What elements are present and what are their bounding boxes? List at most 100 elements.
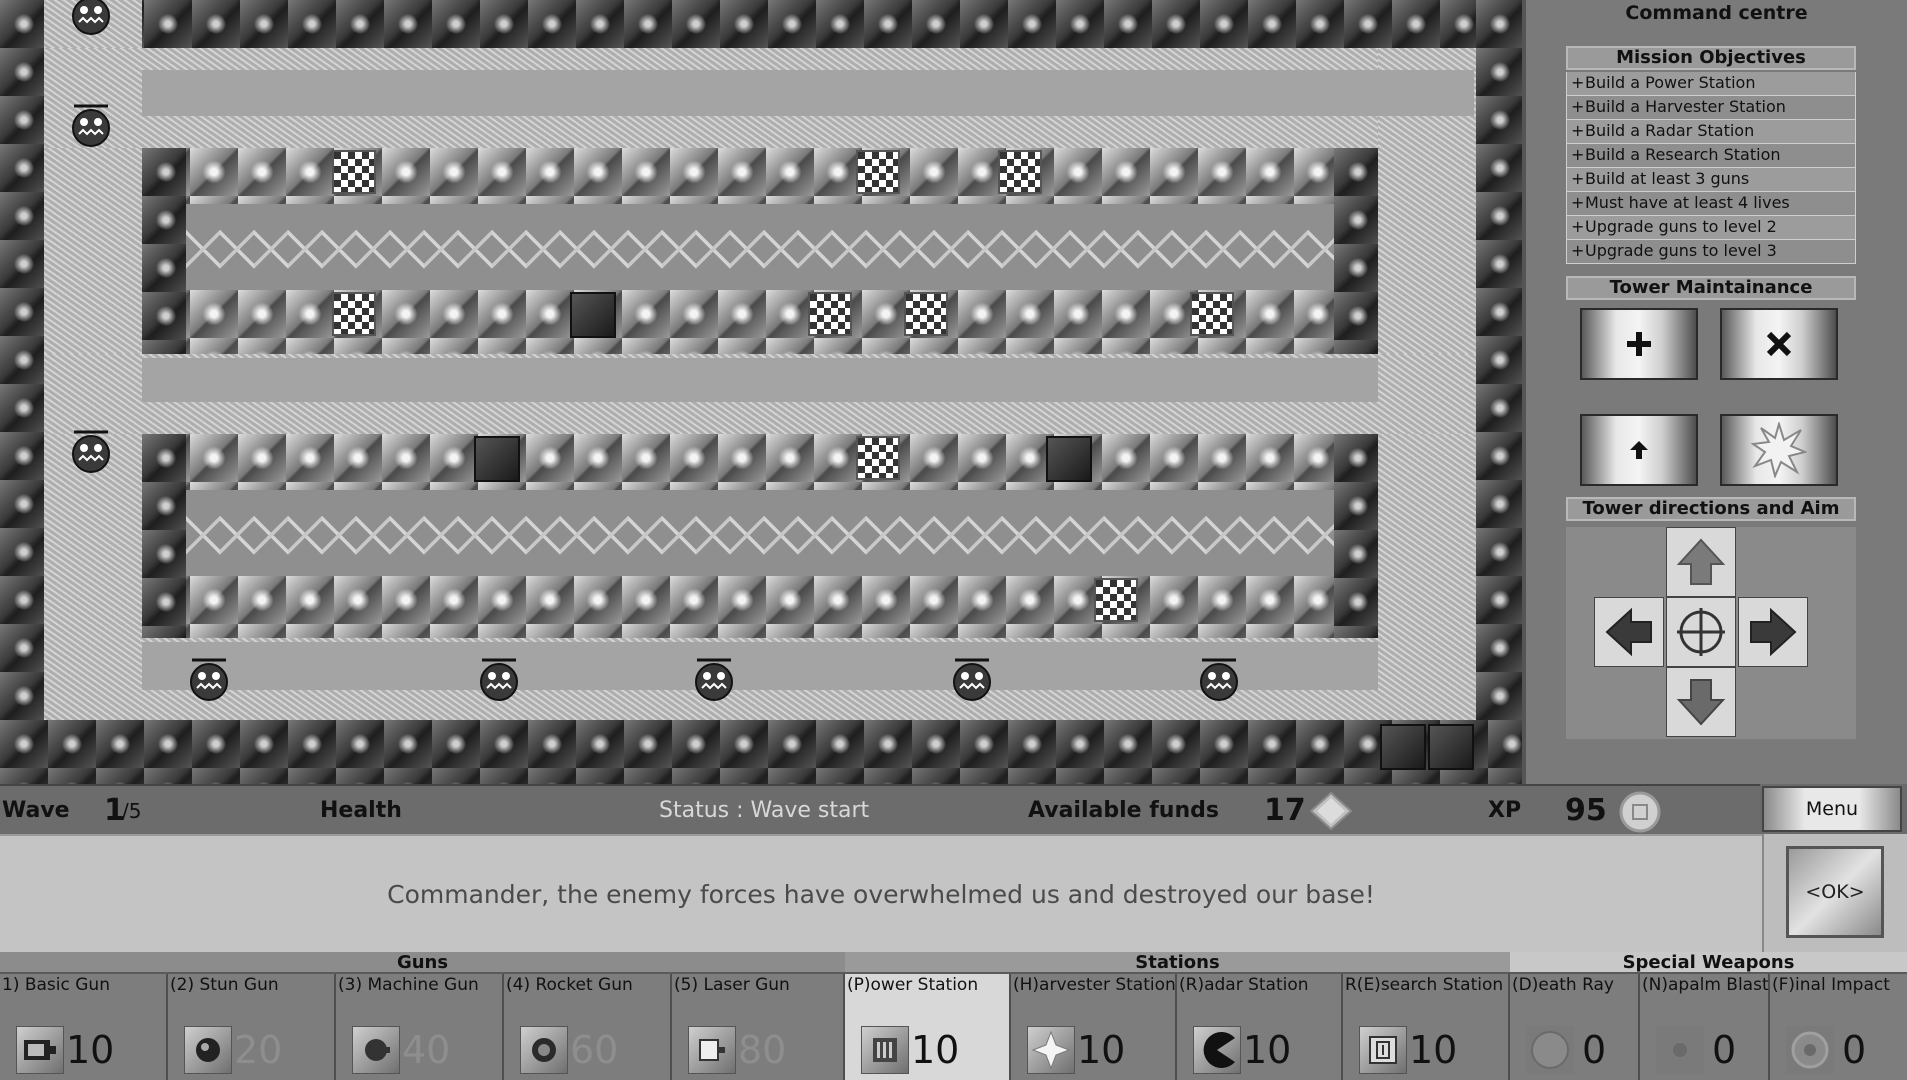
- aim-target-button[interactable]: [1666, 597, 1736, 667]
- slot-label: (5) Laser Gun: [674, 975, 790, 995]
- sell-tower-button[interactable]: [1720, 308, 1838, 380]
- plus-icon: +: [1571, 121, 1585, 140]
- add-icon: [1627, 332, 1651, 356]
- wave-label: Wave: [2, 798, 70, 823]
- diamond-icon: [1310, 792, 1352, 830]
- game-field[interactable]: [0, 0, 1522, 784]
- plus-icon: +: [1571, 145, 1585, 164]
- tower-tile[interactable]: [808, 292, 852, 336]
- enemy-unit[interactable]: [1196, 656, 1242, 702]
- slot-label: (F)inal Impact: [1772, 975, 1890, 995]
- objective-item: +Build a Radar Station: [1566, 120, 1856, 144]
- health-label: Health: [320, 798, 402, 823]
- enemy-unit[interactable]: [68, 102, 114, 148]
- aim-left-button[interactable]: [1594, 597, 1664, 667]
- status-text: Status : Wave start: [659, 798, 870, 823]
- tower-tile[interactable]: [332, 292, 376, 336]
- radar-station-icon: [1193, 1026, 1241, 1074]
- power-station-icon: [861, 1026, 909, 1074]
- build-laser-gun-slot[interactable]: (5) Laser Gun 80: [672, 974, 845, 1080]
- arrow-down-icon: [1676, 679, 1726, 726]
- block-edge-left-2: [142, 434, 186, 638]
- detonate-tower-button[interactable]: [1720, 414, 1838, 486]
- build-machine-gun-slot[interactable]: (3) Machine Gun 40: [336, 974, 504, 1080]
- enemy-unit[interactable]: [949, 656, 995, 702]
- enemy-unit[interactable]: [186, 656, 232, 702]
- close-icon: [1766, 331, 1792, 357]
- build-basic-gun-slot[interactable]: 1) Basic Gun 10: [0, 974, 168, 1080]
- menu-button[interactable]: Menu: [1762, 786, 1902, 832]
- objective-label: Build a Radar Station: [1585, 121, 1755, 140]
- basic-gun-icon: [16, 1026, 64, 1074]
- aim-down-button[interactable]: [1666, 667, 1736, 737]
- build-bar: Guns Stations Special Weapons 1) Basic G…: [0, 952, 1907, 1080]
- tower-tile[interactable]: [904, 292, 948, 336]
- funds-value: 17: [1264, 793, 1306, 828]
- slot-label: (4) Rocket Gun: [506, 975, 633, 995]
- slot-label: R(E)search Station: [1345, 975, 1504, 995]
- xp-label: XP: [1488, 798, 1522, 823]
- aim-up-button[interactable]: [1666, 527, 1736, 597]
- slot-label: 1) Basic Gun: [2, 975, 110, 995]
- build-rocket-gun-slot[interactable]: (4) Rocket Gun 60: [504, 974, 672, 1080]
- rocket-gun-icon: [520, 1026, 568, 1074]
- build-tower-button[interactable]: [1580, 308, 1698, 380]
- objective-item: +Build a Research Station: [1566, 144, 1856, 168]
- tower-row-3[interactable]: [142, 434, 1378, 490]
- tower-tile[interactable]: [856, 436, 900, 480]
- tower-row-1[interactable]: [142, 148, 1378, 204]
- slot-cost: 60: [570, 1028, 619, 1072]
- category-special-weapons: Special Weapons: [1510, 952, 1907, 974]
- enemy-unit[interactable]: [68, 428, 114, 474]
- block-edge-left-1: [142, 148, 186, 354]
- tower-tile[interactable]: [1094, 578, 1138, 622]
- status-bar: Wave 1 /5 Health Status : Wave start Ava…: [0, 784, 1760, 834]
- tower-tile-dark[interactable]: [1380, 724, 1426, 770]
- ok-button[interactable]: <OK>: [1786, 846, 1884, 938]
- upgrade-tower-button[interactable]: [1580, 414, 1698, 486]
- enemy-unit[interactable]: [68, 0, 114, 36]
- use-napalm-blast-slot[interactable]: (N)apalm Blast 0: [1640, 974, 1770, 1080]
- tower-tile[interactable]: [332, 150, 376, 194]
- build-radar-station-slot[interactable]: (R)adar Station 10: [1177, 974, 1343, 1080]
- machine-gun-icon: [352, 1026, 400, 1074]
- harvester-station-icon: [1027, 1026, 1075, 1074]
- xp-coin-icon: [1619, 791, 1661, 833]
- category-guns: Guns: [0, 952, 845, 974]
- slot-label: (P)ower Station: [847, 975, 979, 995]
- tower-tile[interactable]: [856, 150, 900, 194]
- objective-label: Build at least 3 guns: [1585, 169, 1750, 188]
- tower-row-4[interactable]: [142, 576, 1378, 638]
- tower-tile[interactable]: [998, 150, 1042, 194]
- objective-item: +Build at least 3 guns: [1566, 168, 1856, 192]
- explode-icon: [1751, 422, 1807, 478]
- tower-tile-dark[interactable]: [570, 292, 616, 338]
- use-final-impact-slot[interactable]: (F)inal Impact 0: [1770, 974, 1907, 1080]
- message-panel: Commander, the enemy forces have overwhe…: [0, 834, 1762, 952]
- tower-tile-dark[interactable]: [1046, 436, 1092, 482]
- mission-objectives-header: Mission Objectives: [1566, 46, 1856, 70]
- objective-label: Must have at least 4 lives: [1585, 193, 1790, 212]
- objective-item: +Upgrade guns to level 2: [1566, 216, 1856, 240]
- slot-cost: 40: [402, 1028, 451, 1072]
- aim-right-button[interactable]: [1738, 597, 1808, 667]
- build-research-station-slot[interactable]: R(E)search Station 10: [1343, 974, 1510, 1080]
- tower-tile-dark[interactable]: [1428, 724, 1474, 770]
- build-harvester-station-slot[interactable]: (H)arvester Station 10: [1011, 974, 1177, 1080]
- slot-cost: 0: [1842, 1028, 1867, 1072]
- tower-aim-header: Tower directions and Aim: [1566, 497, 1856, 521]
- plus-icon: +: [1571, 193, 1585, 212]
- build-power-station-slot[interactable]: (P)ower Station 10: [845, 974, 1011, 1080]
- spike-trap-2: [186, 490, 1336, 576]
- objective-item: +Build a Power Station: [1566, 72, 1856, 96]
- border-wall-left: [0, 0, 44, 784]
- napalm-blast-icon: [1656, 1026, 1704, 1074]
- tower-aim-pad: [1566, 527, 1856, 739]
- enemy-unit[interactable]: [476, 656, 522, 702]
- enemy-unit[interactable]: [691, 656, 737, 702]
- use-death-ray-slot[interactable]: (D)eath Ray 0: [1510, 974, 1640, 1080]
- slot-cost: 0: [1582, 1028, 1607, 1072]
- tower-tile[interactable]: [1190, 292, 1234, 336]
- tower-tile-dark[interactable]: [474, 436, 520, 482]
- build-stun-gun-slot[interactable]: (2) Stun Gun 20: [168, 974, 336, 1080]
